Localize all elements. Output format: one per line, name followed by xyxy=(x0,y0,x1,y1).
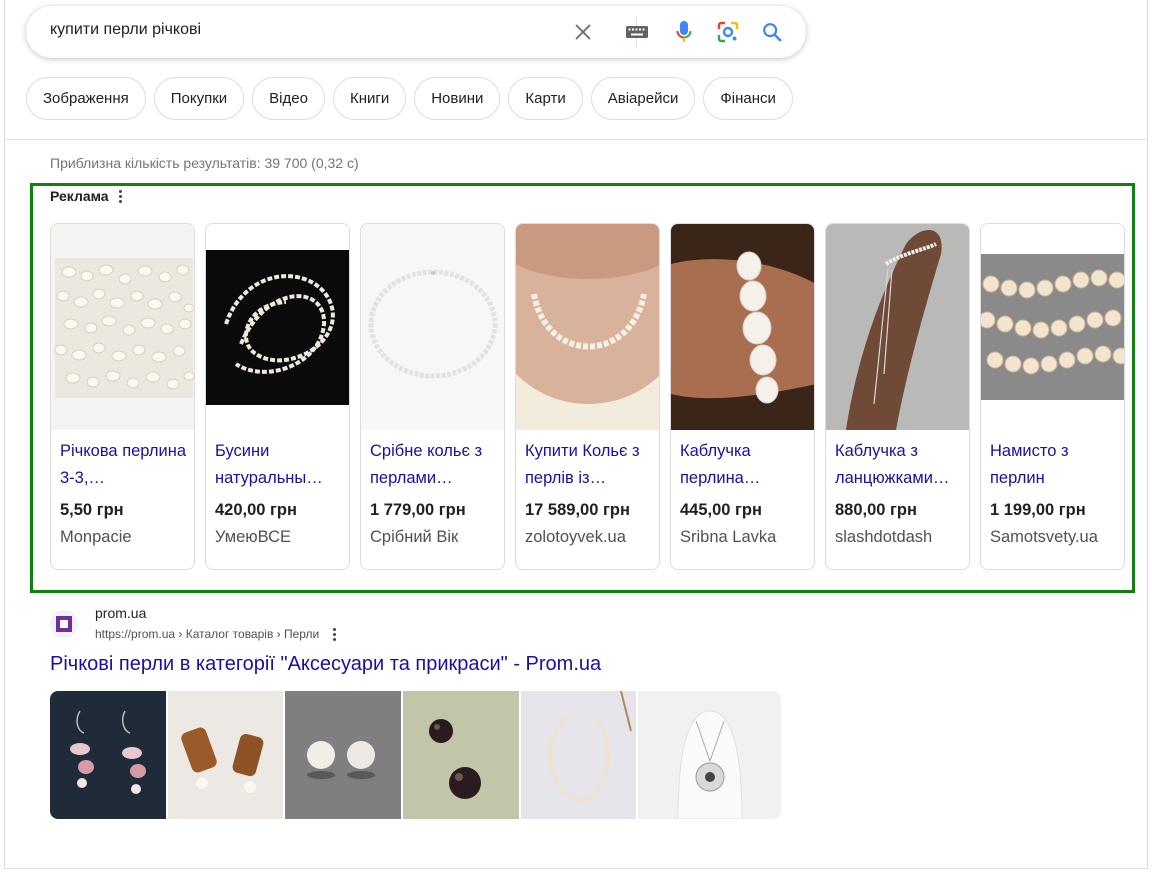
product-title[interactable]: Каблучка з ланцюжками… xyxy=(835,438,965,492)
product-shop: zolotoyvek.ua xyxy=(525,528,626,546)
product-card[interactable]: Каблучка з ланцюжками… 880,00 грн slashd… xyxy=(825,223,970,570)
close-icon[interactable] xyxy=(570,19,596,45)
result-image-strip xyxy=(50,691,781,819)
result-thumbnail[interactable] xyxy=(520,691,637,819)
chip-books[interactable]: Книги xyxy=(332,77,407,120)
product-card[interactable]: Срібне кольє з перлами… 1 779,00 грн Срі… xyxy=(360,223,505,570)
product-price: 5,50 грн xyxy=(60,501,124,519)
product-price: 880,00 грн xyxy=(835,501,917,519)
site-favicon[interactable] xyxy=(50,610,78,638)
chip-news[interactable]: Новини xyxy=(414,77,501,120)
product-title[interactable]: Бусини натуральны… xyxy=(215,438,345,492)
result-thumbnail[interactable] xyxy=(285,691,402,819)
result-thumbnail[interactable] xyxy=(403,691,519,819)
result-site-name[interactable]: prom.ua xyxy=(95,605,146,621)
product-shop: slashdotdash xyxy=(835,528,933,546)
product-card[interactable]: Каблучка перлина… 445,00 грн Sribna Lavk… xyxy=(670,223,815,570)
product-price: 17 589,00 грн xyxy=(525,501,630,519)
product-card[interactable]: Намисто з перлин 1 199,00 грн Samotsvety… xyxy=(980,223,1125,570)
keyboard-icon[interactable] xyxy=(624,19,650,45)
product-image[interactable] xyxy=(51,224,194,430)
product-price: 445,00 грн xyxy=(680,501,762,519)
product-image[interactable] xyxy=(981,224,1124,430)
lens-icon[interactable] xyxy=(715,19,741,45)
chip-flights[interactable]: Авіарейси xyxy=(590,77,696,120)
result-thumbnail[interactable] xyxy=(638,691,781,819)
result-title-link[interactable]: Річкові перли в категорії "Аксесуари та … xyxy=(50,653,601,676)
product-image[interactable] xyxy=(671,224,814,430)
product-image[interactable] xyxy=(206,224,349,430)
product-shop: Samotsvety.ua xyxy=(990,528,1098,546)
product-image[interactable] xyxy=(826,224,969,430)
product-title[interactable]: Річкова перлина 3-3,… xyxy=(60,438,190,492)
product-price: 420,00 грн xyxy=(215,501,297,519)
product-shop: Срібний Вік xyxy=(370,528,459,546)
product-price: 1 199,00 грн xyxy=(990,501,1086,519)
product-title[interactable]: Намисто з перлин xyxy=(990,438,1120,492)
product-title[interactable]: Каблучка перлина… xyxy=(680,438,810,492)
result-url[interactable]: https://prom.ua › Каталог товарів › Перл… xyxy=(95,627,319,641)
result-thumbnail[interactable] xyxy=(50,691,166,819)
ads-label-text: Реклама xyxy=(50,188,109,204)
search-bar[interactable]: купити перли річкові xyxy=(26,6,806,58)
search-filter-chips: Зображення Покупки Відео Книги Новини Ка… xyxy=(26,77,793,120)
chip-images[interactable]: Зображення xyxy=(26,77,146,120)
product-card[interactable]: Купити Кольє з перлів із… 17 589,00 грн … xyxy=(515,223,660,570)
chip-finance[interactable]: Фінанси xyxy=(703,77,793,120)
product-shop: УмеюВСЕ xyxy=(215,528,292,546)
search-input[interactable]: купити перли річкові xyxy=(50,21,201,39)
header-divider xyxy=(5,139,1147,140)
chip-shopping[interactable]: Покупки xyxy=(153,77,245,120)
more-options-icon[interactable] xyxy=(333,627,337,641)
result-breadcrumb: https://prom.ua › Каталог товарів › Перл… xyxy=(95,627,337,641)
microphone-icon[interactable] xyxy=(671,19,697,45)
product-card[interactable]: Річкова перлина 3-3,… 5,50 грн Monpacie xyxy=(50,223,195,570)
product-shop: Monpacie xyxy=(60,528,132,546)
product-price: 1 779,00 грн xyxy=(370,501,466,519)
product-title[interactable]: Купити Кольє з перлів із… xyxy=(525,438,655,492)
product-title[interactable]: Срібне кольє з перлами… xyxy=(370,438,500,492)
product-ads-carousel: Річкова перлина 3-3,… 5,50 грн Monpacie … xyxy=(50,223,1125,570)
result-stats: Приблизна кількість результатів: 39 700 … xyxy=(50,155,359,171)
product-card[interactable]: Бусини натуральны… 420,00 грн УмеюВСЕ xyxy=(205,223,350,570)
product-shop: Sribna Lavka xyxy=(680,528,777,546)
product-image[interactable] xyxy=(516,224,659,430)
product-image[interactable] xyxy=(361,224,504,430)
search-icon[interactable] xyxy=(759,19,785,45)
result-thumbnail[interactable] xyxy=(167,691,284,819)
ads-label: Реклама xyxy=(50,188,122,204)
more-options-icon[interactable] xyxy=(118,189,122,203)
chip-videos[interactable]: Відео xyxy=(252,77,325,120)
chip-maps[interactable]: Карти xyxy=(508,77,583,120)
